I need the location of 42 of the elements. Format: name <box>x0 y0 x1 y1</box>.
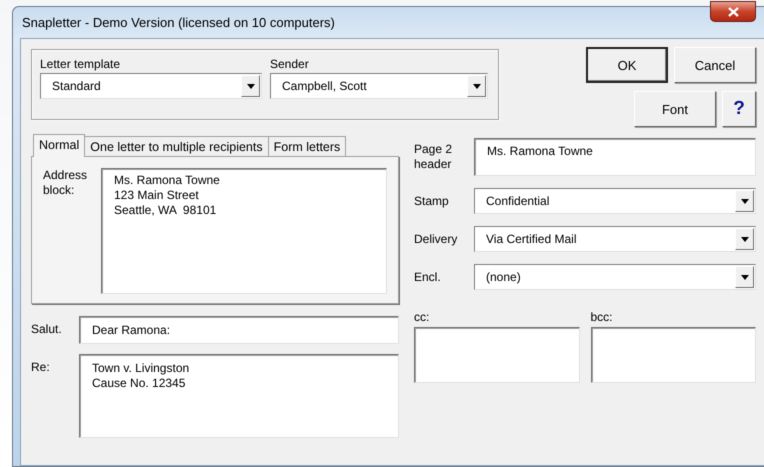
field-label: Sender <box>270 57 310 71</box>
dropdown-button[interactable] <box>467 75 486 97</box>
help-button[interactable]: ? <box>722 91 756 127</box>
caret-icon <box>472 84 480 88</box>
field-label: Letter template <box>40 57 122 71</box>
window-title: Snapletter - Demo Version (licensed on 10 computers) <box>21 15 335 30</box>
text-area[interactable]: Ms. Ramona Towne 123 Main Street Seattle, WA 98101 <box>101 168 387 294</box>
caret-icon <box>740 236 748 242</box>
field-label: cc: <box>414 310 430 324</box>
tab[interactable]: Normal <box>33 134 86 157</box>
caret-icon <box>740 198 748 204</box>
dropdown-field[interactable]: Confidential <box>474 188 756 214</box>
tab[interactable]: Form letters <box>268 136 346 156</box>
caret-icon <box>246 84 254 88</box>
field-label: Delivery <box>414 232 458 246</box>
caret-icon <box>740 274 748 280</box>
field-label: Page 2 header <box>414 142 454 172</box>
field-label: Salut. <box>31 321 63 336</box>
text-field[interactable]: Dear Ramona: <box>79 316 399 344</box>
dropdown-button[interactable] <box>735 228 754 250</box>
dropdown-field[interactable]: Campbell, Scott <box>270 73 488 99</box>
dropdown-button[interactable] <box>735 190 754 212</box>
dropdown-field[interactable]: (none) <box>474 264 756 290</box>
dialog-button[interactable]: Cancel <box>674 47 756 83</box>
dropdown-button[interactable] <box>735 266 754 288</box>
dialog-button[interactable]: Font <box>634 91 716 127</box>
dropdown-field[interactable]: Via Certified Mail <box>474 226 756 252</box>
field-label: Stamp <box>414 194 450 208</box>
dropdown-button[interactable] <box>241 75 260 97</box>
field-label: Encl. <box>414 270 442 284</box>
text-area[interactable]: Town v. Livingston Cause No. 12345 <box>79 354 399 438</box>
text-area[interactable] <box>414 327 580 383</box>
text-field[interactable]: Ms. Ramona Towne <box>474 138 756 176</box>
tab[interactable]: One letter to multiple recipients <box>84 136 269 156</box>
dropdown-field[interactable]: Standard <box>40 73 262 99</box>
field-label: Re: <box>31 359 51 374</box>
close-button[interactable] <box>710 1 756 22</box>
text-area[interactable] <box>590 327 756 383</box>
close-icon <box>728 6 738 16</box>
dialog-button[interactable]: OK <box>586 47 668 83</box>
field-label: bcc: <box>590 310 614 324</box>
field-label: Address block: <box>43 168 88 199</box>
